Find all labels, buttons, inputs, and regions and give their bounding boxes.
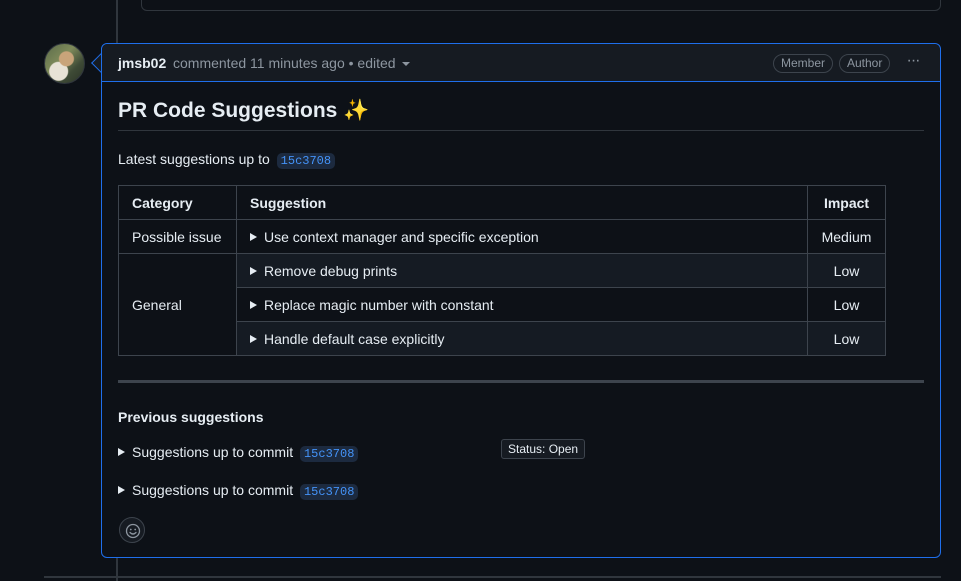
title-divider [118,130,924,131]
status-tooltip: Status: Open [501,439,586,459]
impact-cell: Low [807,287,886,322]
suggestion-cell[interactable]: Handle default case explicitly [236,321,808,356]
disclosure-triangle-icon[interactable] [250,232,257,241]
impact-cell: Medium [807,219,886,254]
comment-meta[interactable]: commented 11 minutes ago • edited [173,55,410,71]
disclosure-triangle-icon[interactable] [250,266,257,275]
previous-suggestion-item[interactable]: Suggestions up to commit 15c3708 [118,482,359,500]
table-header-row: Category Suggestion Impact [118,185,886,220]
author-link[interactable]: jmsb02 [118,55,166,71]
suggestions-table: Category Suggestion Impact Possible issu… [118,185,886,356]
comment-meta-text: commented 11 minutes ago • edited [173,55,396,71]
comment-header: jmsb02 commented 11 minutes ago • edited… [102,44,940,82]
disclosure-triangle-icon[interactable] [250,300,257,309]
smiley-icon [125,523,141,539]
category-cell: Possible issue [118,219,237,254]
comment-title: PR Code Suggestions ✨ [118,99,370,122]
previous-suggestions-heading: Previous suggestions [118,409,264,425]
previous-suggestion-label[interactable]: Suggestions up to commit [132,482,293,498]
disclosure-triangle-icon[interactable] [118,486,125,494]
latest-label: Latest suggestions up to [118,151,270,167]
chevron-down-icon[interactable] [401,62,410,67]
suggestion-label[interactable]: Handle default case explicitly [264,331,445,347]
kebab-menu-icon[interactable]: ··· [902,52,924,72]
add-reaction-button[interactable] [119,517,145,543]
author-badge: Author [839,54,891,73]
previous-suggestion-label[interactable]: Suggestions up to commit [132,444,293,460]
impact-cell: Low [807,321,886,356]
suggestion-label[interactable]: Use context manager and specific excepti… [264,229,539,245]
latest-suggestions-line: Latest suggestions up to 15c3708 [118,151,336,169]
previous-timeline-box [141,0,941,11]
suggestion-cell[interactable]: Remove debug prints [236,253,808,288]
comment-box: jmsb02 commented 11 minutes ago • edited… [101,43,941,558]
table-row: Possible issue Use context manager and s… [118,219,886,254]
commit-sha-link[interactable]: 15c3708 [276,153,336,169]
header-suggestion: Suggestion [236,185,808,220]
commit-sha-link[interactable]: 15c3708 [299,446,359,462]
commit-sha-link[interactable]: 15c3708 [299,484,359,500]
impact-cell: Low [807,253,886,288]
avatar[interactable] [44,43,85,84]
suggestion-cell[interactable]: Use context manager and specific excepti… [236,219,808,254]
category-cell: General [118,253,237,356]
suggestion-label[interactable]: Replace magic number with constant [264,297,494,313]
disclosure-triangle-icon[interactable] [250,334,257,343]
suggestion-cell[interactable]: Replace magic number with constant [236,287,808,322]
header-category: Category [118,185,237,220]
previous-suggestion-item[interactable]: Suggestions up to commit 15c3708 [118,444,359,462]
header-impact: Impact [807,185,886,220]
disclosure-triangle-icon[interactable] [118,448,125,456]
table-row: General Remove debug prints Low [118,253,886,356]
suggestion-label[interactable]: Remove debug prints [264,263,397,279]
timeline-divider [44,576,941,578]
section-divider [118,380,924,383]
member-badge: Member [773,54,834,73]
